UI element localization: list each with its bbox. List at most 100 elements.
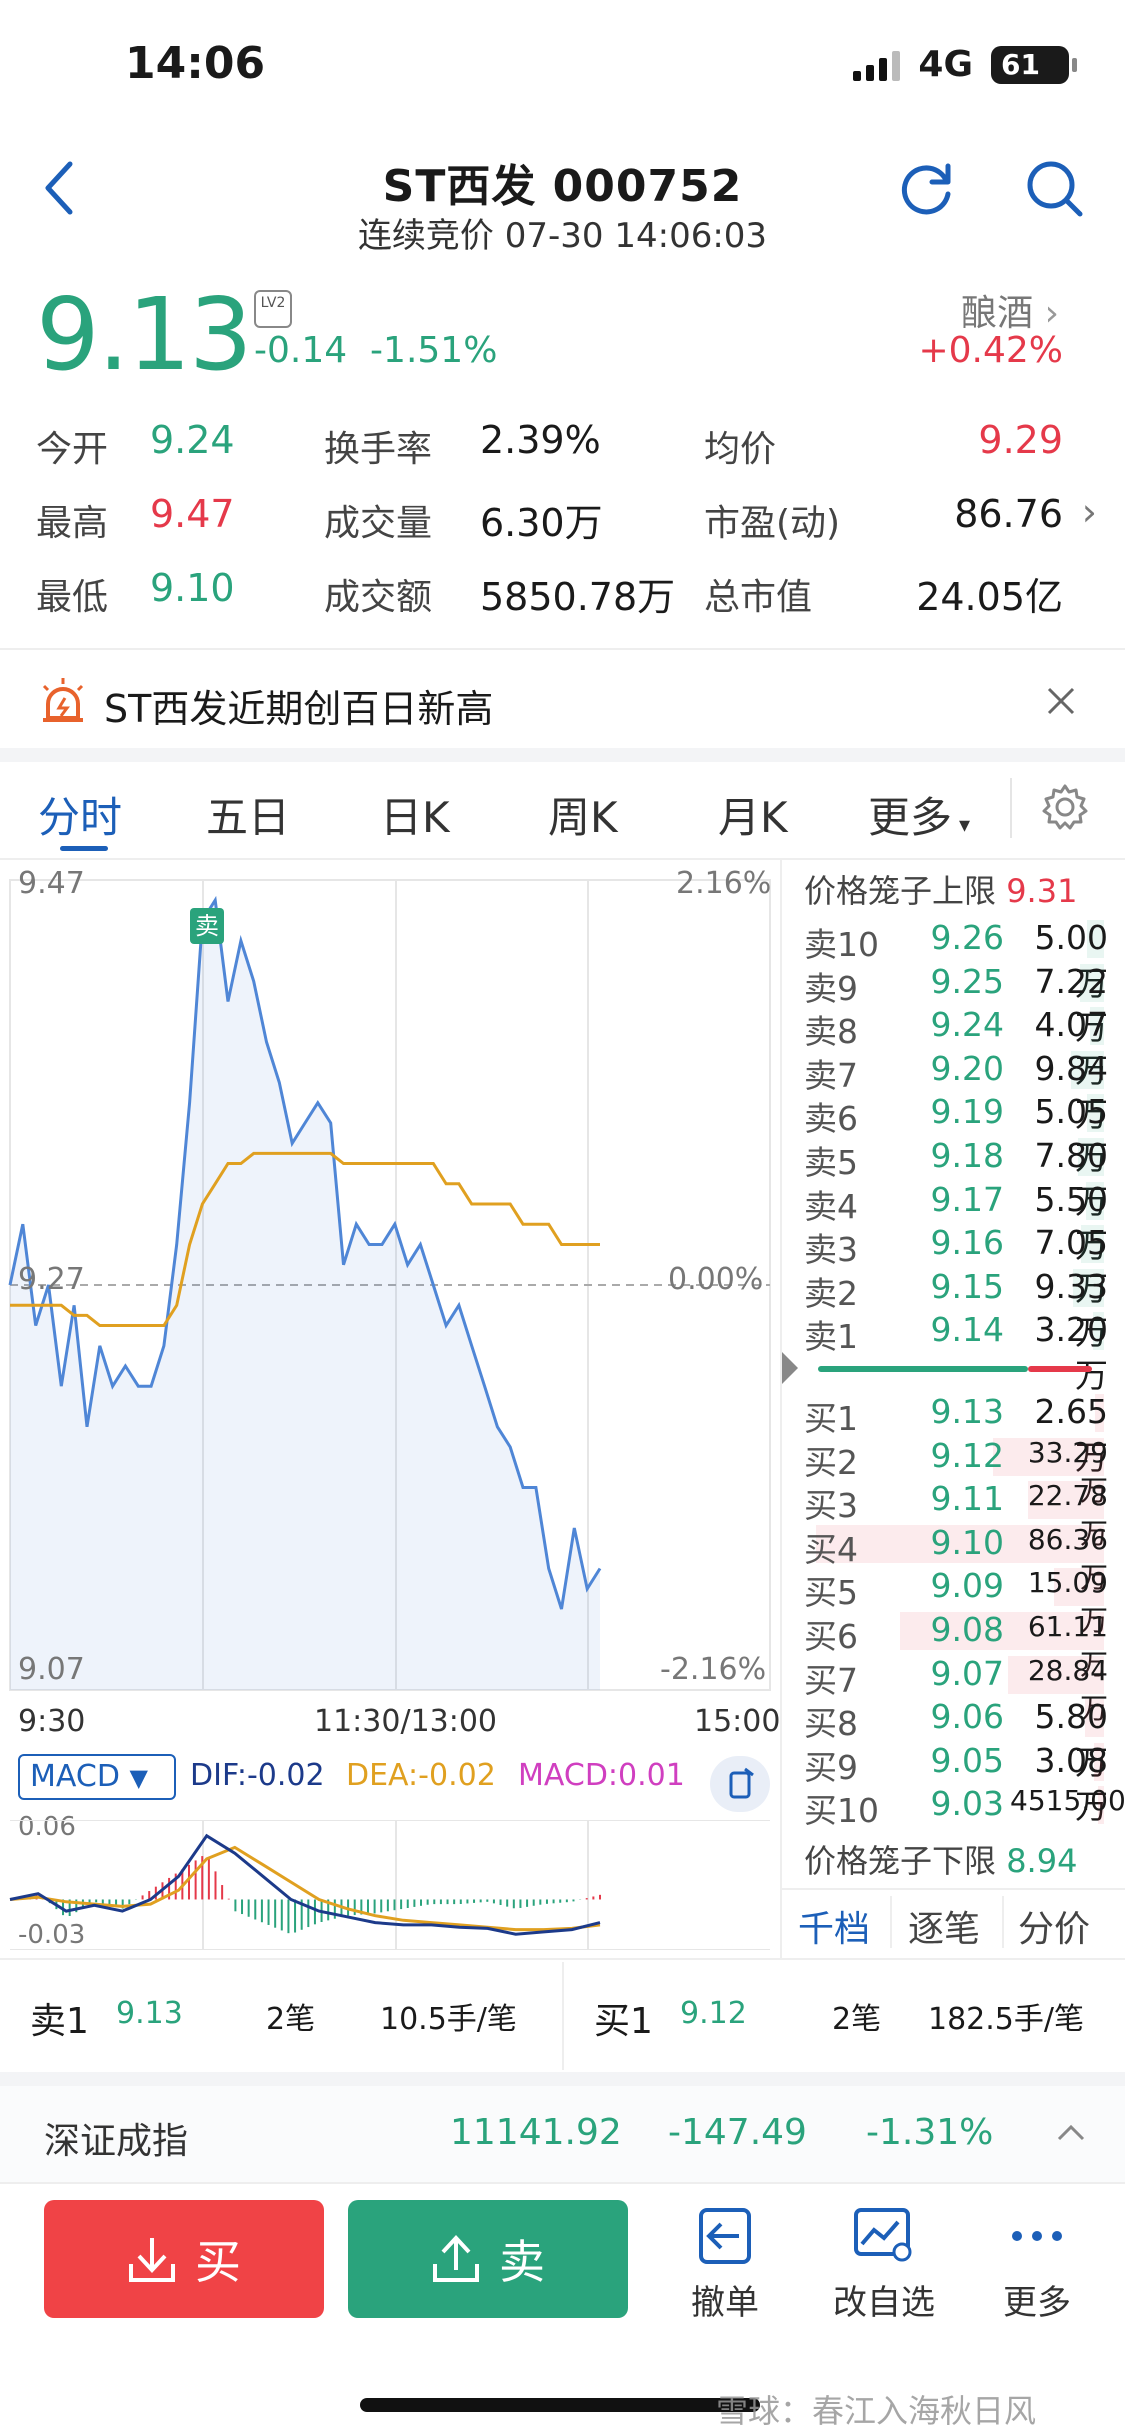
- battery-icon: 61: [991, 45, 1077, 84]
- stat-value: 24.05亿: [916, 575, 1063, 619]
- tab-separator: [890, 1896, 892, 1948]
- index-change: -147.49: [668, 2112, 807, 2153]
- level-price: 9.16: [930, 1223, 1004, 1263]
- ask-level-row[interactable]: 卖8 9.24 4.07万: [800, 1005, 1110, 1090]
- bid-level-row[interactable]: 买1 9.13 2.65万: [800, 1392, 1110, 1477]
- tab-monthly-k[interactable]: 月K: [718, 784, 788, 845]
- stat-value: 5850.78万: [480, 575, 676, 619]
- level-label: 买5: [804, 1573, 858, 1613]
- status-time: 14:06: [125, 38, 266, 89]
- ask-level-row[interactable]: 卖3 9.16 7.05万: [800, 1223, 1110, 1308]
- intraday-chart[interactable]: [0, 860, 780, 1720]
- level-label: 买6: [804, 1617, 858, 1656]
- best-bid-price: 9.12: [680, 1996, 747, 2031]
- level-price: 9.24: [930, 1005, 1004, 1045]
- level-label: 买9: [804, 1747, 858, 1787]
- stat-value: 86.76: [954, 492, 1063, 536]
- divider: [0, 2182, 1125, 2184]
- tab-weekly-k[interactable]: 周K: [548, 784, 618, 845]
- tab-price-distribution[interactable]: 分价: [1018, 1900, 1090, 1952]
- buy-label: 买: [195, 2235, 241, 2289]
- sell-button[interactable]: 卖: [348, 2200, 628, 2318]
- triangle-right-icon: [782, 1352, 798, 1384]
- macd-chart[interactable]: [0, 1820, 780, 1950]
- chevron-up-icon[interactable]: [1056, 2122, 1086, 2142]
- tab-daily-k[interactable]: 日K: [380, 784, 450, 845]
- ask-level-row[interactable]: 卖9 9.25 7.22万: [800, 962, 1110, 1047]
- bid-level-row[interactable]: 买4 9.10 86.36万: [800, 1523, 1110, 1594]
- tab-intraday[interactable]: 分时: [38, 784, 122, 845]
- bid-level-row[interactable]: 买3 9.11 22.78万: [800, 1479, 1110, 1550]
- close-icon[interactable]: [1046, 686, 1076, 716]
- rotate-screen-button[interactable]: [710, 1756, 770, 1812]
- alert-text[interactable]: ST西发近期创百日新高: [104, 678, 493, 733]
- tab-separator: [1010, 778, 1012, 838]
- level-label: 买7: [804, 1660, 858, 1700]
- level-price: 9.14: [930, 1310, 1004, 1350]
- gear-icon[interactable]: [1040, 782, 1090, 832]
- x-label-start: 9:30: [18, 1704, 86, 1739]
- indicator-selector[interactable]: MACD ▼: [18, 1754, 176, 1800]
- cancel-order-button[interactable]: 撤单: [680, 2206, 770, 2324]
- edit-watchlist-button[interactable]: 改自选: [824, 2206, 944, 2324]
- stat-label: 今开: [36, 429, 109, 470]
- bid-level-row[interactable]: 买7 9.07 28.84万: [800, 1654, 1110, 1725]
- buy-button[interactable]: 买: [44, 2200, 324, 2318]
- level-price: 9.13: [930, 1392, 1004, 1431]
- pct-label-top: 2.16%: [676, 866, 772, 901]
- level2-badge-label: LV2: [260, 295, 286, 311]
- ask-level-row[interactable]: 卖2 9.15 9.33万: [800, 1267, 1110, 1352]
- level-label: 卖5: [804, 1143, 858, 1182]
- change-value: -0.14: [254, 330, 348, 371]
- sector-name[interactable]: 酿酒 ›: [961, 284, 1059, 336]
- bid-level-row[interactable]: 买8 9.06 5.80万: [800, 1697, 1110, 1782]
- edit-watchlist-label: 改自选: [833, 2283, 935, 2323]
- level-price: 9.26: [930, 918, 1004, 957]
- tab-five-day[interactable]: 五日: [206, 784, 290, 845]
- level-label: 买3: [804, 1486, 858, 1526]
- dea-line: [9, 1845, 601, 1932]
- bid-level-row[interactable]: 买2 9.12 33.29万: [800, 1436, 1110, 1507]
- y-label-top: 9.47: [18, 866, 85, 901]
- level-price: 9.05: [930, 1740, 1004, 1780]
- index-name: 深证成指: [44, 2121, 189, 2162]
- network-label: 4G: [918, 44, 973, 85]
- ask-bid-ratio-bar-red: [1028, 1366, 1092, 1372]
- sell-marker[interactable]: 卖: [190, 908, 224, 944]
- ask-level-row[interactable]: 卖7 9.20 9.84万: [800, 1048, 1110, 1134]
- level-label: 卖6: [804, 1099, 858, 1139]
- chevron-right-icon[interactable]: ›: [1082, 490, 1097, 534]
- level-label: 买2: [804, 1442, 858, 1482]
- bid-level-row[interactable]: 买10 9.03 4515.00: [800, 1784, 1125, 1830]
- level-price: 9.20: [930, 1048, 1004, 1088]
- y-label-mid: 9.27: [18, 1262, 85, 1297]
- level-label: 买10: [804, 1791, 879, 1831]
- tab-tick-by-tick[interactable]: 逐笔: [908, 1900, 980, 1952]
- ask-level-row[interactable]: 卖5 9.18 7.80万: [800, 1136, 1110, 1221]
- tab-thousand-level[interactable]: 千档: [798, 1900, 870, 1952]
- divider: [0, 648, 1125, 650]
- bid-level-row[interactable]: 买6 9.08 61.11万: [800, 1610, 1110, 1681]
- tab-more[interactable]: 更多 ▾: [868, 784, 970, 845]
- home-indicator: [360, 2398, 760, 2412]
- ask-level-row[interactable]: 卖1 9.14 3.20万: [800, 1310, 1110, 1395]
- search-icon[interactable]: [1024, 158, 1086, 220]
- stat-value: 6.30万: [480, 501, 603, 545]
- level-price: 9.17: [930, 1179, 1004, 1219]
- bid-level-row[interactable]: 买9 9.05 3.08万: [800, 1740, 1110, 1826]
- stat-label: 成交量: [324, 503, 433, 544]
- level-price: 9.06: [930, 1697, 1004, 1737]
- bid-level-row[interactable]: 买5 9.09 15.09万: [800, 1566, 1110, 1637]
- ask-level-row[interactable]: 卖6 9.19 5.05万: [800, 1092, 1110, 1177]
- status-indicators: 4G 61: [853, 44, 1077, 85]
- lower-limit-value: 8.94: [1006, 1842, 1078, 1880]
- refresh-icon[interactable]: [898, 158, 958, 218]
- sell-arrow-icon: [433, 2235, 479, 2282]
- more-button[interactable]: 更多: [992, 2206, 1082, 2324]
- ask-level-row[interactable]: 卖10 9.26 5.00万: [800, 918, 1110, 1003]
- ask-level-row[interactable]: 卖4 9.17 5.50万: [800, 1179, 1110, 1265]
- level-price: 9.09: [930, 1566, 1004, 1606]
- level2-badge[interactable]: LV2: [254, 290, 292, 328]
- section-gap: [0, 2072, 1125, 2086]
- battery-level: 61: [1001, 48, 1040, 81]
